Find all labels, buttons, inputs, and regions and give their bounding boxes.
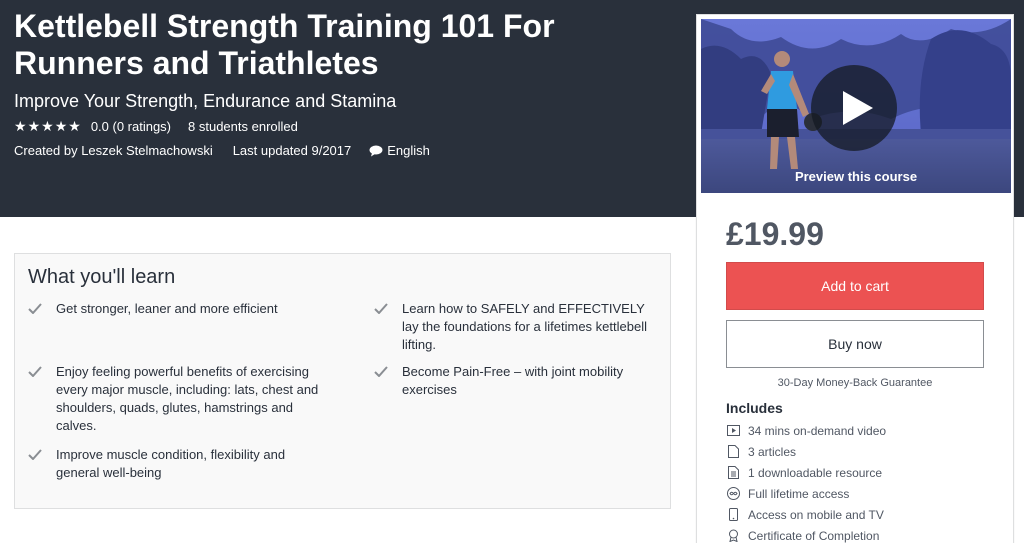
includes-item: 3 articles: [726, 441, 886, 462]
course-preview[interactable]: Preview this course: [701, 19, 1011, 193]
includes-label: Access on mobile and TV: [748, 507, 884, 522]
play-icon: [843, 91, 873, 125]
star-icon: ★: [54, 118, 68, 134]
learn-item-text: Improve muscle condition, flexibility an…: [56, 447, 286, 480]
course-meta: Created by Leszek Stelmachowski Last upd…: [14, 143, 430, 158]
check-icon: [28, 363, 56, 435]
includes-label: Certificate of Completion: [748, 528, 880, 543]
learn-item: Become Pain-Free – with joint mobility e…: [374, 363, 664, 399]
learn-item: Learn how to SAFELY and EFFECTIVELY lay …: [374, 300, 664, 354]
language: English: [369, 143, 430, 158]
what-you-learn-panel: What you'll learn Get stronger, leaner a…: [14, 253, 671, 509]
check-icon: [28, 446, 56, 482]
star-rating: ★ ★ ★ ★ ★: [14, 118, 82, 135]
speech-bubble-icon: [369, 145, 383, 156]
last-updated: Last updated 9/2017: [232, 143, 352, 158]
mobile-icon: [726, 508, 740, 522]
star-icon: ★: [68, 118, 81, 134]
course-subtitle: Improve Your Strength, Endurance and Sta…: [14, 91, 397, 111]
includes-label: Full lifetime access: [748, 486, 850, 501]
learn-item-text: Get stronger, leaner and more efficient: [56, 301, 278, 316]
includes-title: Includes: [726, 400, 783, 416]
price: £19.99: [726, 216, 824, 252]
play-button[interactable]: [811, 65, 897, 151]
check-icon: [374, 300, 402, 354]
learn-title: What you'll learn: [28, 266, 176, 288]
includes-item: Certificate of Completion: [726, 525, 886, 543]
language-label: English: [387, 143, 430, 158]
includes-item: Access on mobile and TV: [726, 504, 886, 525]
purchase-sidebar: Preview this course £19.99 Add to cart B…: [696, 14, 1014, 543]
learn-item: Improve muscle condition, flexibility an…: [28, 446, 328, 482]
instructor-link[interactable]: Created by Leszek Stelmachowski: [14, 143, 213, 158]
star-icon: ★: [27, 118, 41, 134]
learn-item-text: Become Pain-Free – with joint mobility e…: [402, 364, 624, 397]
certificate-icon: [726, 529, 740, 543]
star-icon: ★: [41, 118, 54, 134]
infinity-icon: [726, 487, 740, 501]
star-icon: ★: [14, 118, 27, 134]
check-icon: [28, 300, 56, 319]
includes-list: 34 mins on-demand video 3 articles 1 dow…: [726, 420, 886, 543]
buy-now-button[interactable]: Buy now: [726, 320, 984, 368]
includes-label: 1 downloadable resource: [748, 465, 883, 480]
includes-item: Full lifetime access: [726, 483, 886, 504]
rating-text: 0.0 (0 ratings): [90, 119, 172, 134]
learn-item-text: Enjoy feeling powerful benefits of exerc…: [56, 364, 319, 433]
includes-item: 34 mins on-demand video: [726, 420, 886, 441]
learn-item: Enjoy feeling powerful benefits of exerc…: [28, 363, 328, 435]
includes-item: 1 downloadable resource: [726, 462, 886, 483]
includes-label: 3 articles: [748, 444, 797, 459]
money-back-guarantee: 30-Day Money-Back Guarantee: [777, 377, 933, 389]
add-to-cart-button[interactable]: Add to cart: [726, 262, 984, 310]
course-title: Kettlebell Strength Training 101 For Run…: [14, 8, 555, 81]
file-icon: [726, 445, 740, 459]
document-icon: [726, 466, 740, 480]
rating-row: ★ ★ ★ ★ ★ 0.0 (0 ratings) 8 students enr…: [14, 118, 298, 135]
check-icon: [374, 363, 402, 399]
video-icon: [726, 424, 740, 438]
preview-caption: Preview this course: [794, 169, 918, 184]
learn-item-text: Learn how to SAFELY and EFFECTIVELY lay …: [402, 301, 647, 352]
includes-label: 34 mins on-demand video: [748, 423, 887, 438]
enrolled-count: 8 students enrolled: [188, 119, 298, 134]
learn-item: Get stronger, leaner and more efficient: [28, 300, 328, 319]
